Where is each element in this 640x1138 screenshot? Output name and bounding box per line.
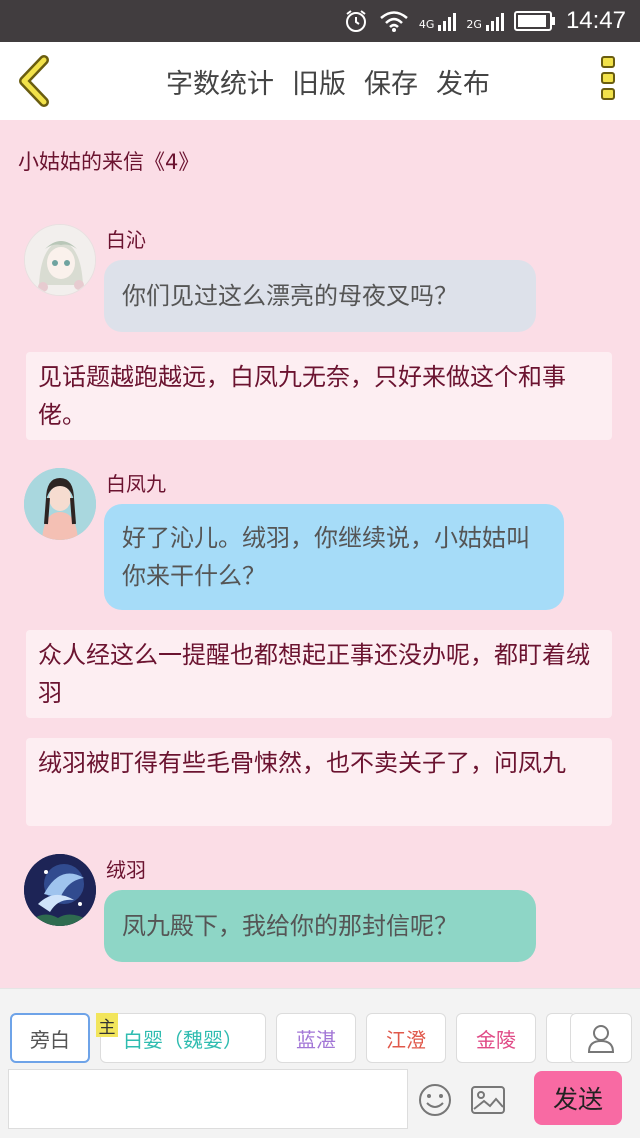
chapter-title: 小姑姑的来信《4》 (18, 150, 200, 174)
back-chevron-icon[interactable] (14, 54, 54, 108)
word-count-button[interactable]: 字数统计 (166, 62, 274, 101)
signal-icon: 4G (419, 11, 457, 31)
wifi-icon (380, 11, 408, 32)
dialog-bubble[interactable]: 凤九殿下，我给你的那封信呢？ (104, 890, 536, 962)
battery-icon (513, 11, 555, 31)
dialog-text: 你们见过这么漂亮的母夜叉吗？ (122, 282, 458, 310)
main-character-badge: 主 (96, 1013, 118, 1038)
more-vertical-icon[interactable] (598, 56, 618, 106)
speaker-name: 白沁 (106, 228, 146, 252)
clock: 14:47 (565, 7, 626, 34)
character-chip[interactable]: 蓝湛 (276, 1013, 356, 1063)
dialog-bubble[interactable]: 好了沁儿。绒羽，你继续说，小姑姑叫你来干什么？ (104, 504, 564, 610)
avatar[interactable] (24, 854, 96, 926)
narration-block[interactable]: 绒羽被盯得有些毛骨悚然，也不卖关子了，问凤九 (26, 738, 612, 826)
character-chip-narrator[interactable]: 旁白 (10, 1013, 90, 1063)
save-button[interactable]: 保存 (364, 62, 418, 101)
status-bar: 4G 2G 14:47 (0, 0, 640, 42)
composer-panel: 旁白 白婴（魏婴） 主 蓝湛 江澄 金陵 发送 (0, 988, 640, 1138)
avatar[interactable] (24, 224, 96, 296)
character-chip[interactable]: 江澄 (366, 1013, 446, 1063)
narration-block[interactable]: 见话题越跑越远，白凤九无奈，只好来做这个和事佬。 (26, 352, 612, 440)
send-button[interactable]: 发送 (534, 1071, 622, 1125)
dialog-bubble[interactable]: 你们见过这么漂亮的母夜叉吗？ (104, 260, 536, 332)
narration-text: 众人经这么一提醒也都想起正事还没办呢，都盯着绒羽 (38, 641, 590, 707)
old-version-button[interactable]: 旧版 (292, 62, 346, 101)
publish-button[interactable]: 发布 (436, 62, 490, 101)
message-input[interactable] (8, 1069, 408, 1129)
character-chip[interactable]: 金陵 (456, 1013, 536, 1063)
speaker-name: 白凤九 (106, 472, 166, 496)
character-chip-main[interactable]: 白婴（魏婴） (100, 1013, 266, 1063)
top-toolbar: 字数统计 旧版 保存 发布 (0, 42, 640, 120)
toolbar-menu: 字数统计 旧版 保存 发布 (166, 42, 490, 120)
chat-content[interactable]: 小姑姑的来信《4》 白沁 你们见过这么漂亮的母夜叉吗？ 见话题越跑越远，白凤九无… (0, 120, 640, 988)
speaker-name: 绒羽 (106, 858, 146, 882)
smiley-icon[interactable] (418, 1083, 452, 1117)
avatar[interactable] (24, 468, 96, 540)
signal-2-icon: 2G (466, 11, 504, 31)
narration-text: 见话题越跑越远，白凤九无奈，只好来做这个和事佬。 (38, 363, 566, 429)
narration-block[interactable]: 众人经这么一提醒也都想起正事还没办呢，都盯着绒羽 (26, 630, 612, 718)
image-icon[interactable] (470, 1085, 506, 1115)
user-icon[interactable] (570, 1013, 632, 1063)
dialog-text: 好了沁儿。绒羽，你继续说，小姑姑叫你来干什么？ (122, 524, 530, 590)
dialog-text: 凤九殿下，我给你的那封信呢？ (122, 912, 458, 940)
alarm-icon (345, 10, 366, 32)
narration-text: 绒羽被盯得有些毛骨悚然，也不卖关子了，问凤九 (38, 749, 566, 777)
